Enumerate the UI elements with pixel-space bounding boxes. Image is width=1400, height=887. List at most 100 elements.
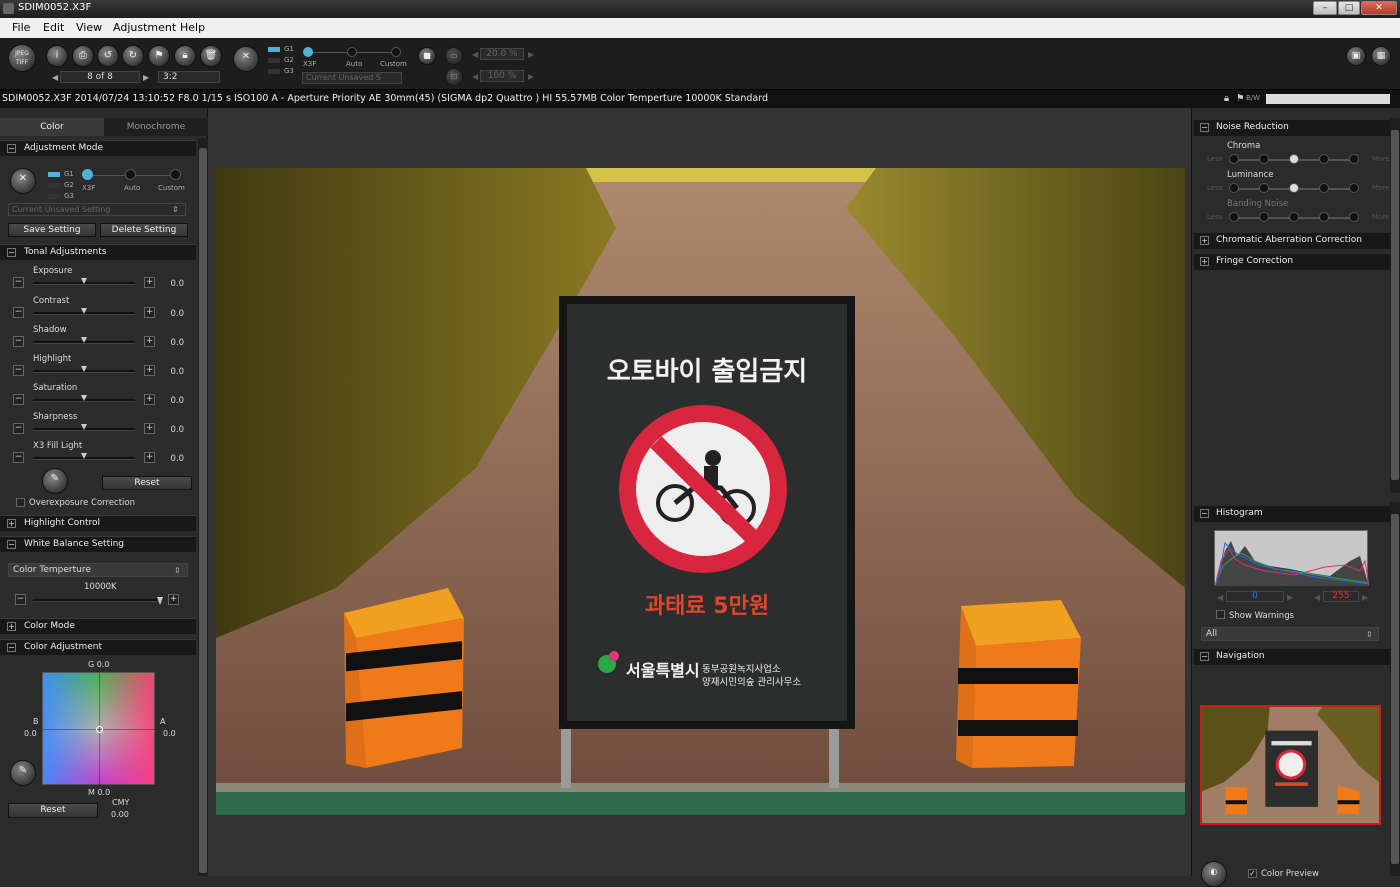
high-next-icon[interactable]: ▶ <box>1362 593 1368 602</box>
section-color-mode[interactable]: + Color Mode <box>0 618 196 634</box>
decrease-button[interactable]: − <box>15 594 26 605</box>
tab-monochrome[interactable]: Monochrome <box>104 118 208 136</box>
tab-color[interactable]: Color <box>0 118 104 136</box>
right-scroll-thumb-2[interactable] <box>1391 514 1399 864</box>
zoom-fit-icon[interactable]: ▭ <box>445 47 463 65</box>
slider-thumb[interactable] <box>81 308 87 314</box>
maximize-button[interactable]: □ <box>1338 1 1360 15</box>
slider-thumb[interactable] <box>81 424 87 430</box>
select-arrow-icon[interactable]: ⇕ <box>1366 630 1373 639</box>
histogram-high-value[interactable]: 255 <box>1323 591 1359 602</box>
noise-knob[interactable] <box>1319 183 1329 193</box>
histogram-channel-select[interactable]: All <box>1201 627 1379 641</box>
zoom1-next-icon[interactable]: ▶ <box>528 50 534 59</box>
trash-icon[interactable]: 🗑︎ <box>200 45 222 67</box>
print-icon[interactable]: ⎙ <box>72 45 94 67</box>
decrease-button[interactable]: − <box>13 423 24 434</box>
color-preview-checkbox[interactable]: ✓ <box>1248 869 1257 878</box>
select-arrow-icon[interactable]: ⇕ <box>172 205 179 214</box>
close-button[interactable]: ✕ <box>1361 1 1397 15</box>
section-navigation[interactable]: − Navigation <box>1194 649 1390 665</box>
color-eyedropper-icon[interactable]: ✎ <box>10 760 36 786</box>
noise-knob[interactable] <box>1289 212 1299 222</box>
slider-thumb[interactable] <box>81 278 87 284</box>
x3f-logo-icon[interactable]: ✕ <box>10 168 36 194</box>
collapse-icon[interactable]: − <box>7 643 16 652</box>
noise-knob[interactable] <box>1229 212 1239 222</box>
slider-thumb[interactable] <box>81 453 87 459</box>
low-prev-icon[interactable]: ◀ <box>1217 593 1223 602</box>
decrease-button[interactable]: − <box>13 307 24 318</box>
section-noise-reduction[interactable]: − Noise Reduction <box>1194 120 1390 136</box>
color-reset-button[interactable]: Reset <box>8 803 98 818</box>
collapse-icon[interactable]: − <box>1200 652 1209 661</box>
expand-icon[interactable]: + <box>1200 236 1209 245</box>
section-color-adjustment[interactable]: − Color Adjustment <box>0 639 196 655</box>
low-next-icon[interactable]: ▶ <box>1287 593 1293 602</box>
mode-knob-auto[interactable] <box>347 47 357 57</box>
right-scrollbar[interactable] <box>1390 118 1400 493</box>
mode-knob-auto[interactable] <box>125 169 136 180</box>
section-fringe-correction[interactable]: + Fringe Correction <box>1194 254 1390 270</box>
tonal-reset-button[interactable]: Reset <box>102 476 192 490</box>
color-preview-icon[interactable]: ◐ <box>1201 861 1227 887</box>
decrease-button[interactable]: − <box>13 365 24 376</box>
decrease-button[interactable]: − <box>13 336 24 347</box>
zoom1-prev-icon[interactable]: ◀ <box>472 50 478 59</box>
section-highlight-control[interactable]: + Highlight Control <box>0 515 196 531</box>
section-adjustment-mode[interactable]: − Adjustment Mode <box>0 140 196 156</box>
right-scroll-thumb[interactable] <box>1391 130 1399 480</box>
collapse-icon[interactable]: − <box>7 248 16 257</box>
color-adjust-cursor[interactable] <box>96 726 103 733</box>
crop-ratio-select[interactable]: 3:2 <box>158 71 220 83</box>
zoom1-field[interactable]: 20.0 % <box>480 48 524 60</box>
menu-file[interactable]: File <box>12 21 30 34</box>
noise-knob[interactable] <box>1319 212 1329 222</box>
collapse-icon[interactable]: − <box>7 144 16 153</box>
collapse-icon[interactable]: − <box>7 540 16 549</box>
decrease-button[interactable]: − <box>13 394 24 405</box>
slider-thumb[interactable] <box>81 395 87 401</box>
high-prev-icon[interactable]: ◀ <box>1314 593 1320 602</box>
grid-view-icon[interactable]: ▦ <box>1371 46 1391 66</box>
collapse-icon[interactable]: − <box>1200 509 1209 518</box>
flag-icon[interactable]: ⚑ <box>148 45 170 67</box>
slider-thumb[interactable] <box>81 337 87 343</box>
select-arrow-icon[interactable]: ⇕ <box>174 566 181 575</box>
histogram-low-value[interactable]: 0 <box>1226 591 1284 602</box>
zoom2-prev-icon[interactable]: ◀ <box>472 72 478 81</box>
mode-knob-x3f[interactable] <box>303 47 313 57</box>
rotate-right-icon[interactable]: ↻ <box>122 45 144 67</box>
menu-adjustment[interactable]: Adjustment <box>113 21 176 34</box>
next-arrow-icon[interactable]: ▶ <box>143 73 149 82</box>
decrease-button[interactable]: − <box>13 277 24 288</box>
setting-select[interactable]: Current Unsaved S <box>302 72 402 84</box>
noise-knob[interactable] <box>1259 183 1269 193</box>
noise-knob[interactable] <box>1349 154 1359 164</box>
noise-knob[interactable] <box>1349 183 1359 193</box>
mode-knob-custom[interactable] <box>170 169 181 180</box>
expand-icon[interactable]: + <box>7 622 16 631</box>
zoom-actual-icon[interactable]: ⊡ <box>445 68 463 86</box>
main-photo[interactable]: 오토바이 출입금지 과태료 5만원 서울특별시 동부공원녹지사업소 양재시민의숲… <box>216 168 1185 815</box>
info-icon[interactable]: i <box>46 45 68 67</box>
section-histogram[interactable]: − Histogram <box>1194 506 1390 522</box>
zoom2-next-icon[interactable]: ▶ <box>528 72 534 81</box>
save-setting-button[interactable]: Save Setting <box>8 223 96 237</box>
noise-knob-selected[interactable] <box>1289 154 1299 164</box>
section-white-balance[interactable]: − White Balance Setting <box>0 536 196 552</box>
x3f-mode-icon[interactable]: ✕ <box>233 46 259 72</box>
noise-knob[interactable] <box>1349 212 1359 222</box>
mode-knob-x3f[interactable] <box>82 169 93 180</box>
mode-knob-custom[interactable] <box>391 47 401 57</box>
single-view-icon[interactable]: ▣ <box>1346 46 1366 66</box>
prev-arrow-icon[interactable]: ◀ <box>52 73 58 82</box>
jpeg-tiff-button[interactable]: JPEG TIFF <box>8 44 36 72</box>
collapse-icon[interactable]: − <box>1200 123 1209 132</box>
wb-slider-thumb[interactable] <box>157 597 163 605</box>
noise-knob[interactable] <box>1229 154 1239 164</box>
left-scroll-thumb[interactable] <box>199 148 207 873</box>
expand-icon[interactable]: + <box>7 519 16 528</box>
noise-knob[interactable] <box>1319 154 1329 164</box>
slider-thumb[interactable] <box>81 366 87 372</box>
